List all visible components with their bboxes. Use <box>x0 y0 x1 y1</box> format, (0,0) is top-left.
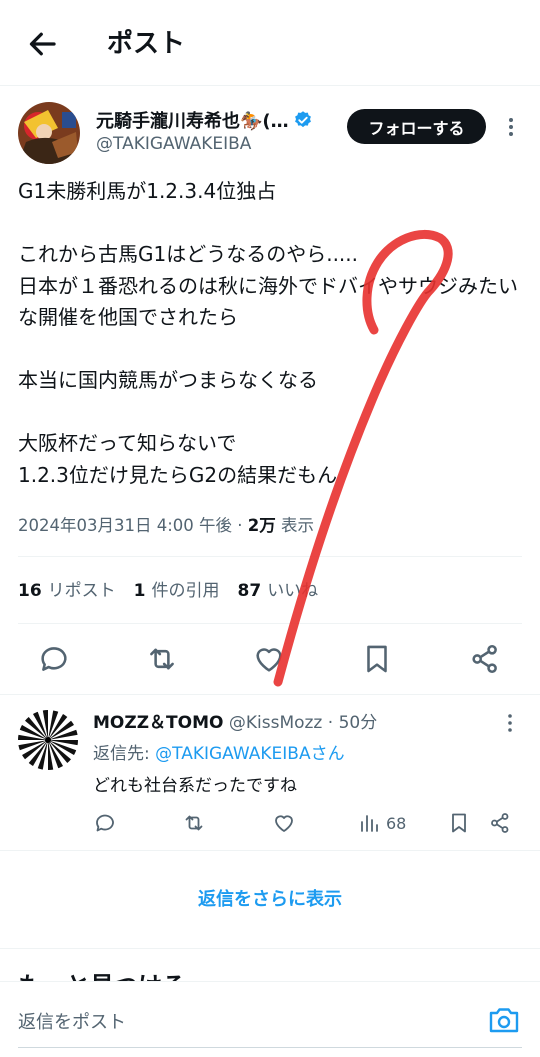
follow-button[interactable]: フォローする <box>347 109 486 144</box>
author-name-row[interactable]: 元騎手瀧川寿希也🏇(… <box>96 106 336 134</box>
divider <box>0 948 540 949</box>
page-title: ポスト <box>107 29 186 59</box>
author-handle[interactable]: @TAKIGAWAKEIBA <box>96 134 251 154</box>
quotes-stat[interactable]: 1 件の引用 <box>134 576 220 601</box>
reply-icon[interactable] <box>37 642 71 676</box>
reply-to-line: 返信先: @TAKIGAWAKEIBAさん <box>93 744 345 764</box>
views-chart-icon <box>358 811 382 835</box>
more-options-icon[interactable] <box>501 114 521 140</box>
reply-avatar[interactable] <box>18 710 78 770</box>
reply-to-link[interactable]: @TAKIGAWAKEIBAさん <box>155 744 344 764</box>
reply-text: どれも社台系だったですね <box>93 776 297 796</box>
reply-views[interactable]: 68 <box>358 810 406 836</box>
reply-more-icon[interactable] <box>501 710 519 736</box>
bookmark-icon[interactable] <box>360 642 394 676</box>
show-more-replies-link[interactable]: 返信をさらに表示 <box>0 885 540 911</box>
camera-icon[interactable] <box>487 1004 521 1036</box>
divider <box>18 623 522 624</box>
repost-icon[interactable] <box>145 642 179 676</box>
author-avatar[interactable] <box>18 102 80 164</box>
tweet-text: G1未勝利馬が1.2.3.4位独占 これから古馬G1はどうなるのやら..... … <box>18 179 518 487</box>
verified-badge-icon <box>293 110 313 130</box>
top-bar: ポスト <box>0 0 540 86</box>
reply-repost-icon[interactable] <box>182 810 206 836</box>
reposts-stat[interactable]: 16 リポスト <box>18 576 116 601</box>
reply-header: MOZZ＆TOMO @KissMozz · 50分 <box>93 708 377 733</box>
likes-stat[interactable]: 87 いいね <box>238 576 319 601</box>
reply-bookmark-icon[interactable] <box>447 810 471 836</box>
divider <box>0 850 540 851</box>
reply-like-icon[interactable] <box>272 810 296 836</box>
views-label: 表示 <box>275 516 314 535</box>
reply-input[interactable]: 返信をポスト <box>18 1008 126 1034</box>
views-count: 2万 <box>247 516 276 535</box>
reply-reply-icon[interactable] <box>93 810 117 836</box>
tweet-timestamp: 2024年03月31日 4:00 午後 · 2万 表示 <box>18 512 314 536</box>
reply-views-count: 68 <box>386 813 407 833</box>
like-icon[interactable] <box>252 642 286 676</box>
timestamp-text: 2024年03月31日 4:00 午後 · <box>18 516 248 535</box>
back-arrow-icon[interactable] <box>24 26 60 62</box>
reply-author-name[interactable]: MOZZ＆TOMO <box>93 713 223 733</box>
divider <box>0 694 540 695</box>
tweet-stats: 16 リポスト 1 件の引用 87 いいね <box>18 576 318 601</box>
composer-underline <box>18 1047 522 1048</box>
reply-time: · 50分 <box>322 713 378 733</box>
divider <box>18 556 522 557</box>
author-name: 元騎手瀧川寿希也🏇(… <box>96 111 289 132</box>
share-icon[interactable] <box>468 642 502 676</box>
reply-share-icon[interactable] <box>488 810 512 836</box>
reply-handle[interactable]: @KissMozz <box>229 713 323 733</box>
